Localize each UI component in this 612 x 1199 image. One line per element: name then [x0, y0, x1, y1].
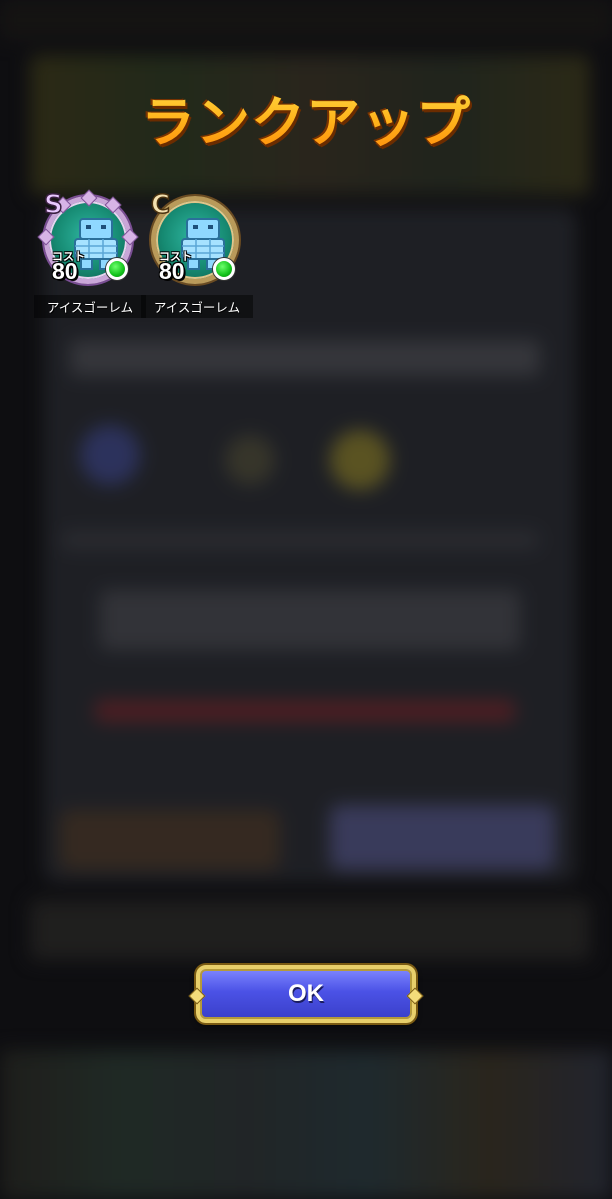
- monster-card-c[interactable]: C コスト 80 アイスゴーレム: [141, 189, 253, 320]
- page-title: ランクアップ: [0, 78, 612, 157]
- cost-value: 80: [159, 258, 185, 284]
- ok-button-label: OK: [288, 980, 324, 1007]
- monster-name: アイスゴーレム: [141, 295, 253, 318]
- rank-letter: C: [150, 189, 171, 221]
- cost-value: 80: [52, 258, 78, 284]
- rank-letter: S: [43, 189, 63, 221]
- status-indicator: [106, 258, 128, 280]
- status-indicator: [213, 258, 235, 280]
- ok-button[interactable]: OK: [188, 965, 424, 1023]
- monster-name: アイスゴーレム: [34, 295, 146, 318]
- monster-card-s[interactable]: S コスト 80 アイスゴーレム: [34, 189, 146, 320]
